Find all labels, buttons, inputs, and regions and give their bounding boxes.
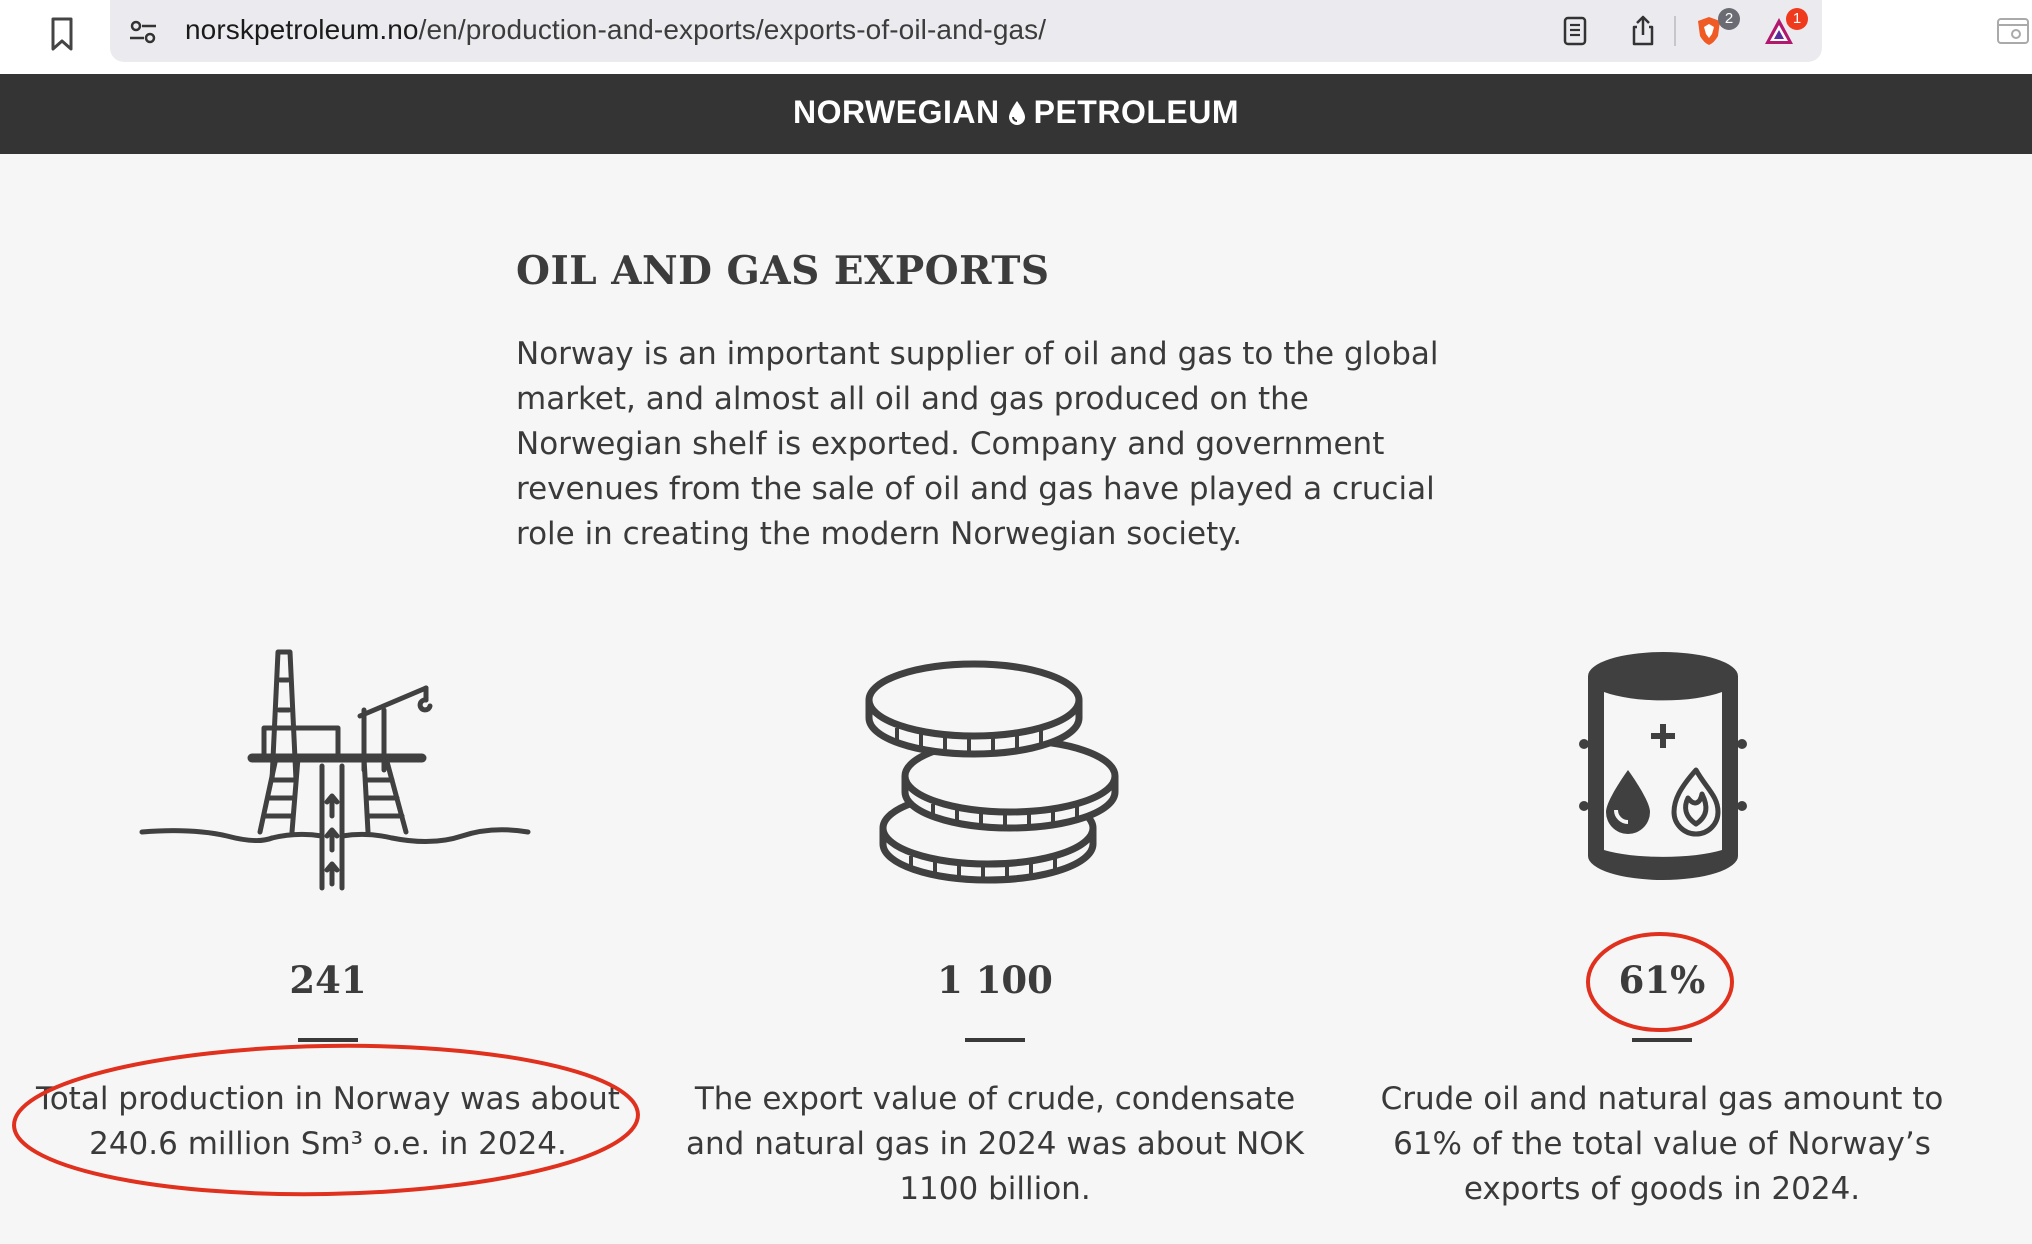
site-logo[interactable]: NORWEGIAN PETROLEUM bbox=[0, 94, 2032, 131]
url-path: /en/production-and-exports/exports-of-oi… bbox=[418, 14, 1047, 45]
stat-value: 61% bbox=[1618, 958, 1706, 1002]
reader-mode-icon[interactable] bbox=[1558, 14, 1592, 48]
logo-text-left: NORWEGIAN bbox=[793, 94, 1000, 130]
share-icon[interactable] bbox=[1626, 14, 1660, 48]
stat-value: 241 bbox=[289, 958, 367, 1002]
sidebar-panel-icon[interactable] bbox=[1996, 16, 2030, 46]
address-bar[interactable]: norskpetroleum.no/en/production-and-expo… bbox=[110, 0, 1822, 62]
oil-drop-logo-icon bbox=[1008, 101, 1025, 125]
url-host: norskpetroleum.no bbox=[185, 14, 419, 45]
stat-divider bbox=[965, 1038, 1025, 1042]
stat-description: Crude oil and natural gas amount to 61% … bbox=[1380, 1081, 1944, 1207]
browser-toolbar: norskpetroleum.no/en/production-and-expo… bbox=[0, 0, 2032, 74]
oil-gas-barrel-icon bbox=[1579, 652, 1747, 880]
stat-divider bbox=[298, 1038, 358, 1042]
shields-count-badge: 2 bbox=[1718, 8, 1740, 30]
stat-description: The export value of crude, condensate an… bbox=[686, 1081, 1304, 1207]
annotation-overlay bbox=[12, 932, 1734, 1197]
page-title: OIL AND GAS EXPORTS bbox=[516, 248, 1050, 294]
stat-divider bbox=[1632, 1038, 1692, 1042]
rewards-count-badge: 1 bbox=[1786, 8, 1808, 30]
stat-value: 1 100 bbox=[937, 958, 1053, 1002]
logo-text-right: PETROLEUM bbox=[1033, 94, 1239, 130]
bookmark-icon[interactable] bbox=[46, 16, 78, 52]
coins-icon bbox=[865, 660, 1119, 884]
site-header: NORWEGIAN PETROLEUM bbox=[0, 74, 2032, 154]
intro-paragraph: Norway is an important supplier of oil a… bbox=[516, 336, 1439, 552]
oil-platform-icon bbox=[139, 649, 531, 891]
stat-description: Total production in Norway was about 240… bbox=[36, 1081, 620, 1162]
site-settings-icon[interactable] bbox=[128, 18, 158, 46]
toolbar-divider bbox=[1674, 16, 1676, 46]
url-text[interactable]: norskpetroleum.no/en/production-and-expo… bbox=[185, 14, 1046, 46]
